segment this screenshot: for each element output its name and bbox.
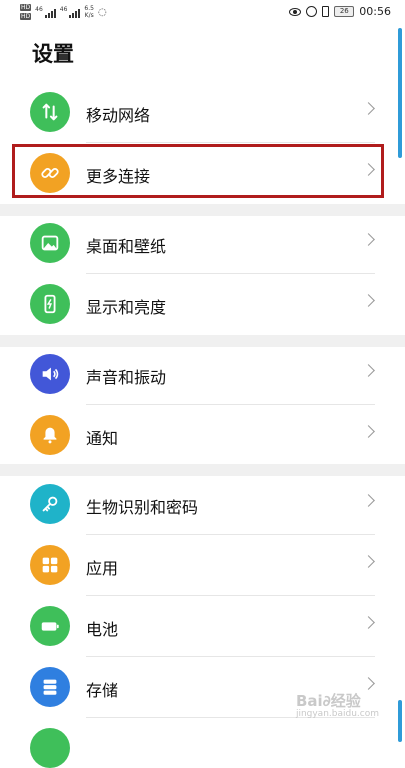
network-speed: 6.5 K/s: [84, 5, 94, 19]
speaker-icon: [30, 354, 70, 394]
signal-strength-icon-2: 46: [60, 6, 81, 18]
chevron-right-icon: [362, 233, 375, 246]
settings-item-notifications[interactable]: 通知: [0, 405, 405, 466]
key-icon: [30, 484, 70, 524]
settings-item-wallpaper[interactable]: 桌面和壁纸: [0, 213, 405, 274]
item-label: 存储: [86, 681, 119, 700]
chevron-right-icon: [362, 494, 375, 507]
settings-item-display[interactable]: 显示和亮度: [0, 274, 405, 335]
battery-status-icon: 26: [334, 6, 355, 17]
battery-icon: [30, 606, 70, 646]
signal-strength-icon: 46: [35, 6, 56, 18]
network-type-1: 46: [35, 6, 43, 13]
item-label: 电池: [86, 620, 119, 639]
mobile-network-icon: [30, 92, 70, 132]
chevron-right-icon: [362, 294, 375, 307]
wallpaper-icon: [30, 223, 70, 263]
status-right: 26 00:56: [289, 5, 391, 18]
item-label: 声音和振动: [86, 368, 167, 387]
sim-indicators: HD HD: [20, 4, 32, 20]
bell-icon: [30, 415, 70, 455]
sim2-label: HD: [20, 13, 32, 20]
chevron-right-icon: [362, 616, 375, 629]
highlight-box: [12, 144, 384, 198]
eye-comfort-icon: [289, 7, 302, 16]
item-label: 生物识别和密码: [86, 498, 199, 517]
settings-item-mobile-network[interactable]: 移动网络: [0, 82, 405, 143]
display-brightness-icon: [30, 284, 70, 324]
sim1-label: HD: [20, 4, 32, 11]
hotspot-icon: ◌: [97, 6, 107, 18]
chevron-right-icon: [362, 364, 375, 377]
item-label: 应用: [86, 559, 119, 578]
settings-item-biometrics[interactable]: 生物识别和密码: [0, 474, 405, 535]
scrollbar-lower[interactable]: [398, 700, 402, 742]
vibrate-icon: [322, 6, 330, 17]
status-left: HD HD 46 46 6.5 K/s ◌: [20, 4, 107, 20]
alarm-icon: [306, 6, 318, 17]
storage-icon: [30, 667, 70, 707]
watermark-sub: jingyan.baidu.com: [295, 709, 379, 719]
settings-item-battery[interactable]: 电池: [0, 596, 405, 657]
chevron-right-icon: [362, 555, 375, 568]
chevron-right-icon: [362, 425, 375, 438]
network-type-2: 46: [59, 6, 68, 13]
watermark-logo: Bai∂经验 jingyan.baidu.com: [296, 690, 379, 719]
watermark-main: Bai∂经验: [295, 692, 361, 710]
chevron-right-icon: [362, 677, 375, 690]
scrollbar[interactable]: [398, 28, 402, 158]
item-label: 显示和亮度: [86, 298, 167, 317]
security-icon: [30, 728, 70, 768]
apps-grid-icon: [30, 545, 70, 585]
settings-item-sound[interactable]: 声音和振动: [0, 344, 405, 405]
item-label: 桌面和壁纸: [86, 237, 167, 256]
item-label: 通知: [86, 429, 119, 448]
page-title: 设置: [32, 42, 74, 66]
speed-value: 6.5: [84, 5, 94, 12]
chevron-right-icon: [362, 102, 375, 115]
settings-item-partial[interactable]: [0, 718, 405, 768]
speed-unit: K/s: [84, 12, 94, 19]
item-label: 移动网络: [86, 106, 151, 125]
status-bar: HD HD 46 46 6.5 K/s ◌ 26 00:56: [0, 0, 405, 26]
status-time: 00:56: [359, 5, 391, 18]
settings-item-apps[interactable]: 应用: [0, 535, 405, 596]
